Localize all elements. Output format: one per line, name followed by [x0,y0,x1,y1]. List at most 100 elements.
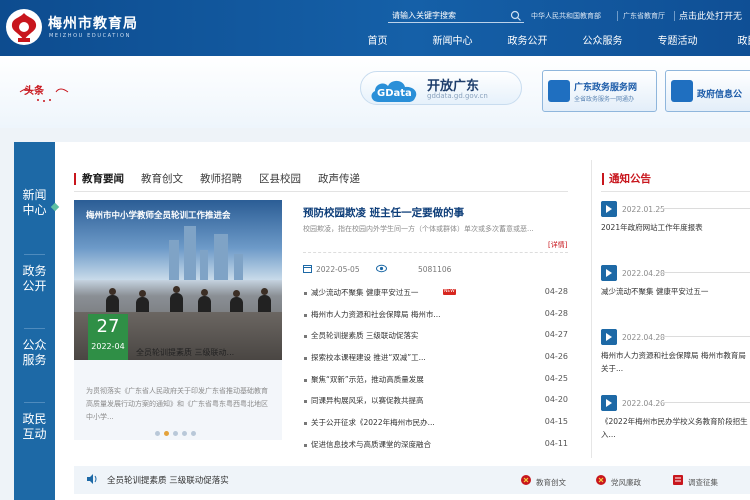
notice-header: 通知公告 [602,172,651,186]
news-list-item[interactable]: 聚焦“双新”示范，推动高质量发展 04-25 [303,374,568,396]
link-accessibility[interactable]: 点击此处打开无 [679,9,742,22]
service-title: 政府信息公 [697,90,743,100]
news-title: 全员轮训提素质 三级联动促落实 [311,331,419,341]
feature-caption[interactable]: 全员轮训提素质 三级联动... [136,347,234,358]
banner: 头条 GData 开放广东 gddata.gd.gov.cn 广东政务服务网 全… [0,56,750,128]
bullet [304,422,307,426]
nav-special-events[interactable]: 专题活动 [640,35,715,53]
gov-info-disclosure-link[interactable]: 政府信息公 [665,70,750,112]
bullet [304,378,307,382]
quick-link-education-civilization[interactable]: 教育创文 [536,477,566,488]
open-guangdong-banner[interactable]: GData 开放广东 gddata.gd.gov.cn [360,71,522,105]
service-subtitle: 全省政务服务一网通办 [574,96,635,103]
notice-arrow-icon [601,329,617,345]
sidebar-item-public-service[interactable]: 公众 服务 [14,338,55,368]
news-list-item[interactable]: 全员轮训提素质 三级联动促落实 04-27 [303,330,568,352]
nav-news-center[interactable]: 新闻中心 [415,35,490,53]
attendee-head [261,288,268,295]
news-list-item[interactable]: 减少流动不聚集 健康平安过五一 NEW 04-28 [303,287,568,309]
tab-district-schools[interactable]: 区县校园 [259,172,301,186]
calendar-icon [303,265,312,273]
party-emblem-icon [521,475,531,485]
nav-home[interactable]: 首页 [340,35,415,53]
news-list-item[interactable]: 梅州市人力资源和社会保障局 梅州市... 04-28 [303,309,568,331]
headline-label[interactable]: 头条 [24,82,44,97]
notice-heading[interactable]: 通知公告 [609,172,651,186]
news-date: 04-15 [544,417,568,427]
notice-date: 2022.04.28 [622,333,665,342]
lead-view-count: 5081106 [418,265,452,274]
feature-day: 27 [96,316,120,337]
site-header: 梅州市教育局 MEIZHOU EDUCATION 中华人民共和国教育部 广东省教… [0,0,750,56]
bullet [304,443,307,447]
news-title: 聚焦“双新”示范，推动高质量发展 [311,374,424,384]
sidebar-item-interaction[interactable]: 政民 互动 [14,412,55,442]
tab-government-voice[interactable]: 政声传递 [318,172,360,186]
logo-emblem-icon[interactable] [4,6,44,48]
news-list-item[interactable]: 探索校本课程建设 推进“双减”工... 04-26 [303,352,568,374]
carousel-dot[interactable] [182,431,187,436]
quick-link-party-integrity[interactable]: 党风廉政 [611,477,641,488]
lead-news-title[interactable]: 预防校园欺凌 班主任一定要做的事 [303,205,464,220]
feature-description: 为贯彻落实《广东省人民政府关于印发广东省推动基础教育高质量发展行动方案的通知》和… [86,387,268,421]
notice-date: 2022.04.28 [622,269,665,278]
news-title: 探索校本课程建设 推进“双减”工... [311,353,426,363]
building-shape [200,250,208,280]
nav-government-affairs[interactable]: 政务公开 [490,35,565,53]
lead-details-link[interactable]: [详情] [548,240,567,250]
lead-divider [303,252,568,253]
attendee-head [173,286,180,293]
nav-interaction[interactable]: 政民互 [715,35,750,53]
carousel-dot[interactable] [191,431,196,436]
notice-date: 2022.01.25 [622,205,665,214]
ticker-text[interactable]: 全员轮训提素质 三级联动促落实 [107,474,229,486]
notice-rule [659,272,750,273]
tab-teacher-recruitment[interactable]: 教师招聘 [200,172,242,186]
gd-government-service-link[interactable]: 广东政务服务网 全省政务服务一网通办 [542,70,657,112]
link-ministry-of-education[interactable]: 中华人民共和国教育部 [531,11,601,21]
carousel-dot[interactable] [173,431,178,436]
news-date: 04-26 [544,352,568,362]
search-input[interactable] [392,9,504,22]
site-name-en: MEIZHOU EDUCATION [49,33,131,39]
info-disclosure-icon [671,80,693,102]
news-tabs: 教育要闻 教育创文 教师招聘 区县校园 政声传递 [74,172,377,186]
sidebar-item-label: 新闻 中心 [22,188,47,217]
main-nav: 首页 新闻中心 政务公开 公众服务 专题活动 政民互 [340,35,750,53]
news-title: 同课异构展风采，以赛促教共提高 [311,396,424,406]
sidebar-divider [24,402,45,403]
building-shape [234,254,243,280]
building-shape [184,226,196,280]
tab-education-news[interactable]: 教育要闻 [82,172,124,186]
sidebar-item-government-affairs[interactable]: 政务 公开 [14,264,55,294]
news-title: 关于公开征求《2022年梅州市民办... [311,418,435,428]
news-list-item[interactable]: 同课异构展风采，以赛促教共提高 04-20 [303,395,568,417]
news-list-item[interactable]: 关于公开征求《2022年梅州市民办... 04-15 [303,417,568,439]
bullet [304,313,307,317]
news-list-item[interactable]: 促进信息技术与高质课堂的深度融合 04-11 [303,439,568,461]
meeting-screen-title: 梅州市中小学教师全员轮训工作推进会 [86,211,231,221]
speaker-icon [87,474,97,484]
news-list: 减少流动不聚集 健康平安过五一 NEW 04-28 梅州市人力资源和社会保障局 … [303,287,568,461]
gdata-label: GData [377,88,412,99]
bullet [304,357,307,361]
search-box [388,9,524,23]
tab-accent-mark [74,173,76,185]
search-icon[interactable] [510,10,522,22]
site-name[interactable]: 梅州市教育局 [48,13,138,33]
carousel-dot-active[interactable] [164,431,169,436]
nav-public-service[interactable]: 公众服务 [565,35,640,53]
sidebar-item-news-center[interactable]: 新闻 中心 [14,188,55,218]
notice-title: 2021年政府网站工作年度报表 [601,223,703,232]
attendee-head [109,288,116,295]
notice-title: 减少流动不聚集 健康平安过五一 [601,287,709,296]
carousel-dot[interactable] [155,431,160,436]
service-title: 广东政务服务网 [574,83,638,93]
party-emblem-icon [596,475,606,485]
news-date: 04-20 [544,395,568,405]
tab-education-civilization[interactable]: 教育创文 [141,172,183,186]
sidebar: 新闻 中心 政务 公开 公众 服务 政民 互动 [14,142,55,500]
link-guangdong-education[interactable]: 广东省教育厅 [623,11,665,21]
quick-link-survey[interactable]: 调查征集 [688,477,718,488]
top-link-divider [617,11,618,21]
